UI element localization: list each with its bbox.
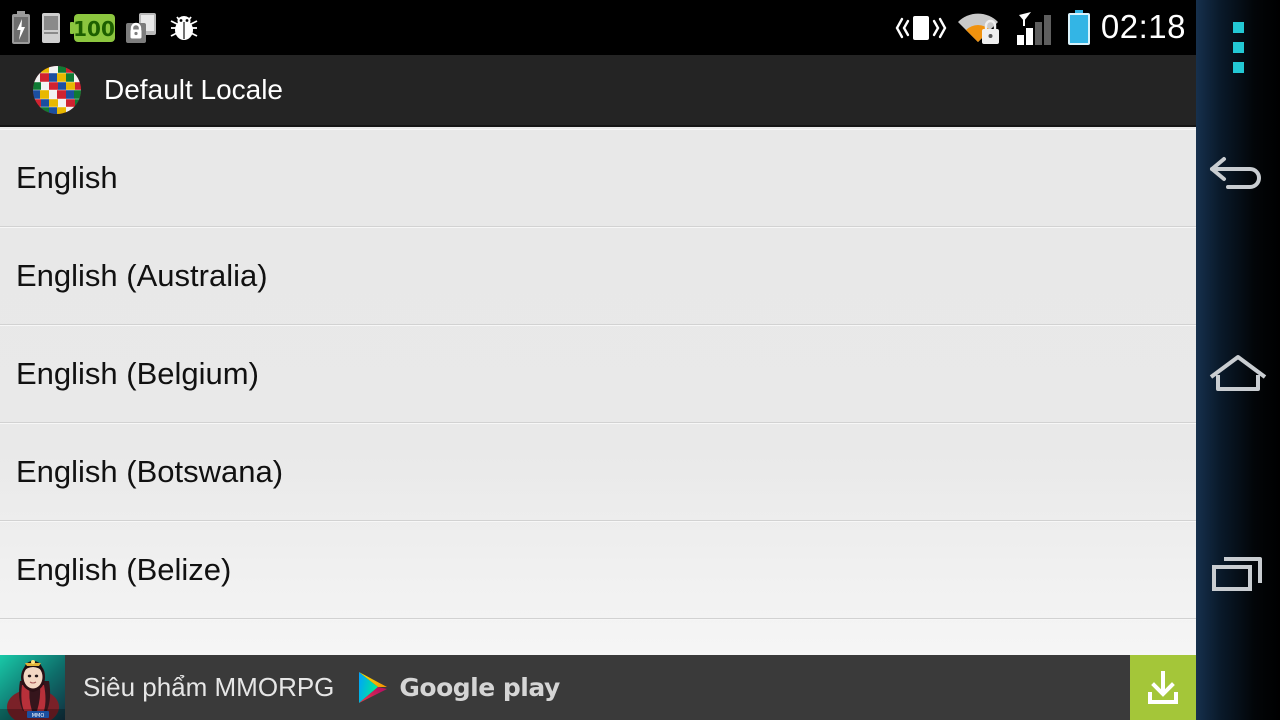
- svg-text:MMO: MMO: [32, 713, 45, 719]
- google-play-label: Google play: [399, 673, 560, 702]
- action-bar: Default Locale: [0, 55, 1196, 127]
- overflow-menu-button[interactable]: [1232, 22, 1244, 73]
- list-item-label: English (Botswana): [16, 453, 284, 489]
- list-item[interactable]: English: [0, 129, 1196, 227]
- overflow-dot: [1232, 62, 1244, 73]
- svg-text:100: 100: [73, 17, 115, 41]
- status-bar-clock: 02:18: [1100, 7, 1186, 45]
- status-bar: 100 02:18: [0, 0, 1196, 55]
- status-bar-right-icons: 02:18: [895, 7, 1196, 46]
- back-arrow-icon: [1210, 157, 1261, 189]
- list-item-label: English: [16, 159, 118, 195]
- world-flags-globe-icon: [32, 65, 82, 115]
- sd-card-icon: [42, 12, 60, 43]
- page-title: Default Locale: [104, 74, 284, 105]
- vibrate-mode-icon: [895, 15, 947, 40]
- list-item[interactable]: English (Botswana): [0, 423, 1196, 521]
- android-screen: 100 02:18 Default Locale English English…: [0, 0, 1280, 720]
- nav-recents-button[interactable]: [1196, 519, 1280, 629]
- ad-banner[interactable]: MMO Siêu phẩm MMORPG Google play: [0, 655, 1196, 720]
- list-item-label: English (Belgium): [16, 355, 259, 391]
- battery-icon: [1067, 9, 1090, 45]
- google-play-triangle-icon: [359, 671, 388, 703]
- phone-viewport: 100 02:18 Default Locale English English…: [0, 0, 1196, 720]
- home-icon: [1209, 355, 1267, 391]
- mmorpg-game-character-thumbnail[interactable]: MMO: [0, 655, 65, 720]
- overflow-dot: [1232, 22, 1244, 33]
- status-bar-left-icons: 100: [0, 10, 202, 45]
- cell-signal-icon: [1016, 11, 1051, 45]
- charging-battery-icon: [12, 10, 30, 44]
- recent-apps-icon: [1212, 557, 1262, 591]
- wifi-secured-icon: [957, 13, 999, 44]
- nav-back-button[interactable]: [1196, 121, 1280, 231]
- list-item[interactable]: English (Belgium): [0, 325, 1196, 423]
- screen-lock-icon: [126, 12, 156, 43]
- download-arrow-icon: [1148, 670, 1178, 704]
- locale-list[interactable]: English English (Australia) English (Bel…: [0, 129, 1196, 720]
- nav-home-button[interactable]: [1196, 319, 1280, 429]
- overflow-dot: [1232, 42, 1244, 53]
- ad-headline: Siêu phẩm MMORPG: [83, 672, 335, 702]
- list-item[interactable]: English (Belize): [0, 521, 1196, 619]
- usb-debug-bug-icon: [170, 15, 198, 40]
- ad-download-button[interactable]: [1130, 655, 1196, 720]
- list-item-label: English (Australia): [16, 257, 268, 293]
- navigation-bar: [1196, 0, 1280, 720]
- list-item-label: English (Belize): [16, 551, 232, 587]
- battery-100-icon: 100: [70, 13, 115, 42]
- list-item[interactable]: English (Australia): [0, 227, 1196, 325]
- google-play-badge[interactable]: Google play: [356, 670, 560, 706]
